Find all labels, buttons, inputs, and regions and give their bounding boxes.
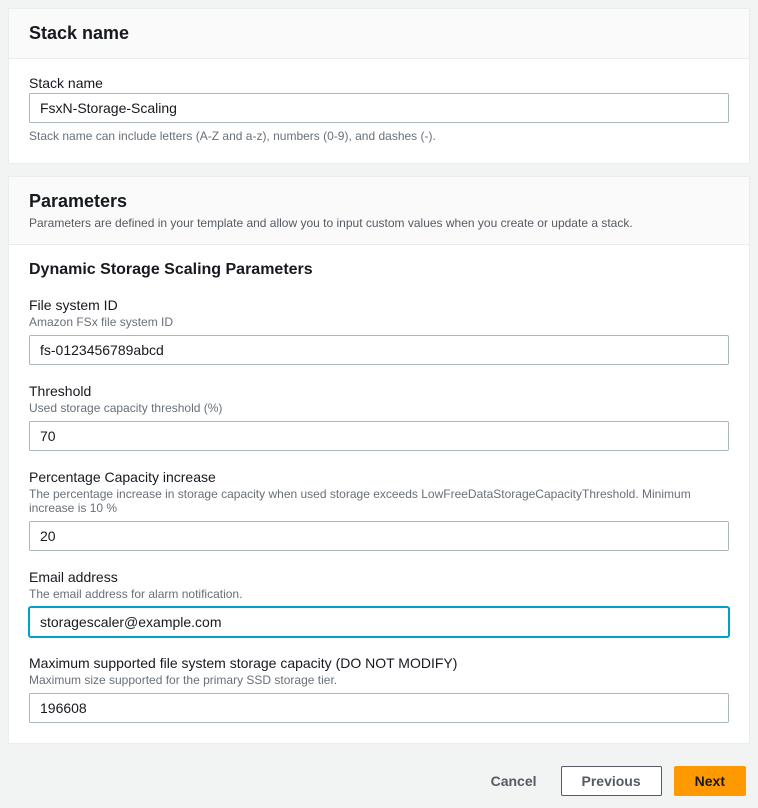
stack-name-panel: Stack name Stack name Stack name can inc…	[8, 8, 750, 164]
footer: Cancel Previous Next	[8, 756, 750, 800]
email-label: Email address	[29, 569, 729, 585]
capacity-increase-label: Percentage Capacity increase	[29, 469, 729, 485]
parameters-body: Dynamic Storage Scaling Parameters File …	[9, 245, 749, 743]
file-system-id-label: File system ID	[29, 297, 729, 313]
max-capacity-input[interactable]	[29, 693, 729, 723]
next-button[interactable]: Next	[674, 766, 746, 796]
capacity-increase-desc: The percentage increase in storage capac…	[29, 487, 729, 515]
threshold-field: Threshold Used storage capacity threshol…	[29, 383, 729, 451]
email-field: Email address The email address for alar…	[29, 569, 729, 637]
stack-name-header: Stack name	[9, 9, 749, 59]
email-desc: The email address for alarm notification…	[29, 587, 729, 601]
threshold-input[interactable]	[29, 421, 729, 451]
stack-name-field: Stack name Stack name can include letter…	[29, 75, 729, 143]
cancel-button[interactable]: Cancel	[479, 767, 549, 795]
threshold-desc: Used storage capacity threshold (%)	[29, 401, 729, 415]
parameters-section-title: Dynamic Storage Scaling Parameters	[29, 261, 729, 279]
email-input[interactable]	[29, 607, 729, 637]
capacity-increase-input[interactable]	[29, 521, 729, 551]
parameters-sub: Parameters are defined in your template …	[29, 216, 729, 230]
stack-name-label: Stack name	[29, 75, 729, 91]
file-system-id-field: File system ID Amazon FSx file system ID	[29, 297, 729, 365]
max-capacity-label: Maximum supported file system storage ca…	[29, 655, 729, 671]
previous-button[interactable]: Previous	[561, 766, 662, 796]
parameters-panel: Parameters Parameters are defined in you…	[8, 176, 750, 744]
parameters-title: Parameters	[29, 191, 729, 212]
max-capacity-desc: Maximum size supported for the primary S…	[29, 673, 729, 687]
parameters-header: Parameters Parameters are defined in you…	[9, 177, 749, 245]
stack-name-body: Stack name Stack name can include letter…	[9, 59, 749, 163]
threshold-label: Threshold	[29, 383, 729, 399]
file-system-id-input[interactable]	[29, 335, 729, 365]
stack-name-hint: Stack name can include letters (A-Z and …	[29, 129, 729, 143]
stack-name-input[interactable]	[29, 93, 729, 123]
stack-name-title: Stack name	[29, 23, 729, 44]
file-system-id-desc: Amazon FSx file system ID	[29, 315, 729, 329]
capacity-increase-field: Percentage Capacity increase The percent…	[29, 469, 729, 551]
max-capacity-field: Maximum supported file system storage ca…	[29, 655, 729, 723]
